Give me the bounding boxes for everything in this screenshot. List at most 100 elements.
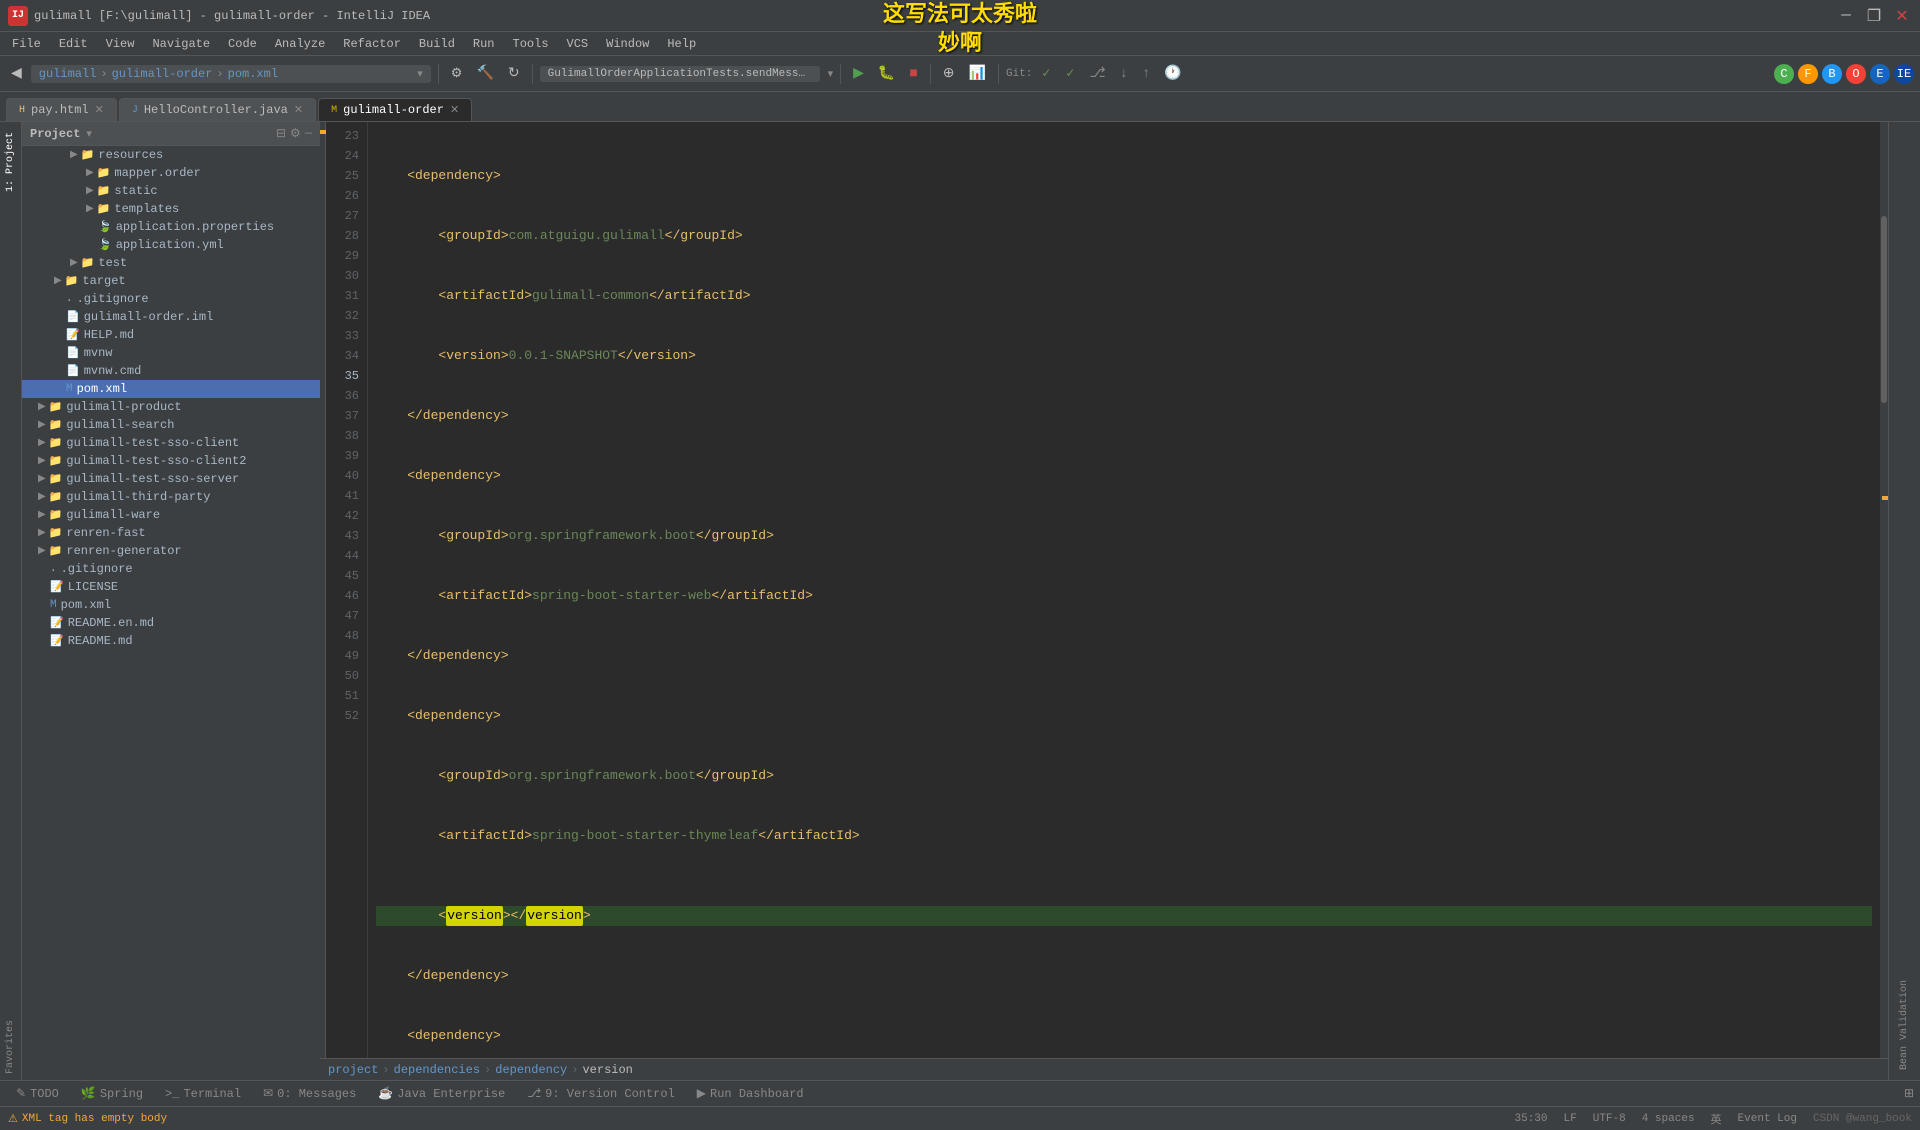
menu-view[interactable]: View xyxy=(98,35,143,53)
tree-item-target[interactable]: ▶ 📁 target xyxy=(22,272,320,290)
menu-file[interactable]: File xyxy=(4,35,49,53)
tab-spring[interactable]: 🌿 Spring xyxy=(71,1084,153,1103)
breadcrumb-pomxml[interactable]: pom.xml xyxy=(228,67,278,81)
tree-item-pom-order[interactable]: M pom.xml xyxy=(22,380,320,398)
tab-todo[interactable]: ✎ TODO xyxy=(6,1084,69,1103)
navigation-breadcrumb[interactable]: gulimall › gulimall-order › pom.xml ▾ xyxy=(31,65,431,83)
menu-code[interactable]: Code xyxy=(220,35,265,53)
menu-window[interactable]: Window xyxy=(598,35,657,53)
editor-scrollbar[interactable] xyxy=(1880,122,1888,1058)
tree-item-test[interactable]: ▶ 📁 test xyxy=(22,254,320,272)
debug-button[interactable]: 🐛 xyxy=(873,63,900,84)
status-indent[interactable]: 4 spaces xyxy=(1642,1113,1695,1125)
settings-button[interactable]: ⚙ xyxy=(446,64,468,83)
path-dependency[interactable]: dependency xyxy=(495,1063,567,1077)
sync-button[interactable]: ↻ xyxy=(503,63,525,84)
git-tick[interactable]: ✓ xyxy=(1060,64,1080,83)
run-config-select[interactable]: GulimallOrderApplicationTests.sendMessag… xyxy=(540,66,820,82)
tree-item-mvnw-cmd[interactable]: 📄 mvnw.cmd xyxy=(22,362,320,380)
breadcrumb-order[interactable]: gulimall-order xyxy=(112,67,213,81)
menu-vcs[interactable]: VCS xyxy=(559,35,597,53)
panel-tab-bean-validation[interactable]: Bean Validation xyxy=(1895,974,1914,1076)
tree-item-product[interactable]: ▶ 📁 gulimall-product xyxy=(22,398,320,416)
menu-analyze[interactable]: Analyze xyxy=(267,35,333,53)
run-button[interactable]: ▶ xyxy=(848,63,869,84)
tree-item-license[interactable]: 📝 LICENSE xyxy=(22,578,320,596)
maximize-button[interactable]: ❐ xyxy=(1864,6,1884,26)
build-button[interactable]: 🔨 xyxy=(471,63,498,84)
status-warning-item[interactable]: ⚠ XML tag has empty body xyxy=(8,1112,167,1126)
git-update[interactable]: ↓ xyxy=(1115,64,1133,84)
menu-build[interactable]: Build xyxy=(411,35,463,53)
firefox-icon[interactable]: F xyxy=(1798,64,1818,84)
git-push[interactable]: ↑ xyxy=(1137,64,1155,84)
collapse-all-icon[interactable]: ⊟ xyxy=(276,126,286,141)
tab-messages[interactable]: ✉ 0: Messages xyxy=(253,1084,366,1103)
panel-tab-project[interactable]: 1: Project xyxy=(1,126,20,198)
tree-item-templates[interactable]: ▶ 📁 templates xyxy=(22,200,320,218)
back-button[interactable]: ◀ xyxy=(6,63,27,84)
breadcrumb-gulimall[interactable]: gulimall xyxy=(39,67,97,81)
tab-terminal[interactable]: >_ Terminal xyxy=(155,1085,251,1103)
tree-item-search[interactable]: ▶ 📁 gulimall-search xyxy=(22,416,320,434)
tree-item-gitignore-order[interactable]: . .gitignore xyxy=(22,290,320,308)
chrome-icon[interactable]: C xyxy=(1774,64,1794,84)
status-event-log[interactable]: Event Log xyxy=(1738,1113,1797,1125)
tree-item-mapper-order[interactable]: ▶ 📁 mapper.order xyxy=(22,164,320,182)
project-dropdown[interactable]: ▾ xyxy=(86,127,92,141)
tree-item-static[interactable]: ▶ 📁 static xyxy=(22,182,320,200)
coverage-button[interactable]: ⊕ xyxy=(938,63,960,84)
tree-item-resources[interactable]: ▶ 📁 resources xyxy=(22,146,320,164)
expand-bottom-icon[interactable]: ⊞ xyxy=(1904,1086,1914,1101)
tree-item-renren-gen[interactable]: ▶ 📁 renren-generator xyxy=(22,542,320,560)
tree-item-ware[interactable]: ▶ 📁 gulimall-ware xyxy=(22,506,320,524)
menu-edit[interactable]: Edit xyxy=(51,35,96,53)
status-linesep[interactable]: LF xyxy=(1564,1113,1577,1125)
git-checkmark[interactable]: ✓ xyxy=(1036,64,1056,83)
tree-item-sso-client[interactable]: ▶ 📁 gulimall-test-sso-client xyxy=(22,434,320,452)
tab-hello-controller[interactable]: J HelloController.java ✕ xyxy=(119,98,316,121)
menu-run[interactable]: Run xyxy=(465,35,503,53)
tab-close-hello[interactable]: ✕ xyxy=(294,103,303,117)
close-button[interactable]: ✕ xyxy=(1892,6,1912,26)
panel-tab-favorites[interactable]: Favorites xyxy=(1,1014,20,1080)
git-history[interactable]: 🕐 xyxy=(1159,63,1186,84)
status-lang[interactable]: 英 xyxy=(1711,1111,1722,1127)
tab-java-enterprise[interactable]: ☕ Java Enterprise xyxy=(368,1084,515,1103)
tree-item-third-party[interactable]: ▶ 📁 gulimall-third-party xyxy=(22,488,320,506)
opera-icon[interactable]: O xyxy=(1846,64,1866,84)
path-project[interactable]: project xyxy=(328,1063,378,1077)
edge-icon[interactable]: E xyxy=(1870,64,1890,84)
browser3-icon[interactable]: B xyxy=(1822,64,1842,84)
ie-icon[interactable]: IE xyxy=(1894,64,1914,84)
tree-item-gitignore-root[interactable]: . .gitignore xyxy=(22,560,320,578)
tree-item-app-yml[interactable]: 🍃 application.yml xyxy=(22,236,320,254)
menu-navigate[interactable]: Navigate xyxy=(144,35,218,53)
status-position[interactable]: 35:30 xyxy=(1515,1113,1548,1125)
tab-run-dashboard[interactable]: ▶ Run Dashboard xyxy=(687,1084,814,1103)
path-dependencies[interactable]: dependencies xyxy=(394,1063,480,1077)
tree-item-readme[interactable]: 📝 README.md xyxy=(22,632,320,650)
dropdown-arrow[interactable]: ▾ xyxy=(417,67,423,81)
tab-version-control[interactable]: ⎇ 9: Version Control xyxy=(517,1084,684,1103)
tree-item-readme-en[interactable]: 📝 README.en.md xyxy=(22,614,320,632)
tree-item-sso-client2[interactable]: ▶ 📁 gulimall-test-sso-client2 xyxy=(22,452,320,470)
git-branch[interactable]: ⎇ xyxy=(1084,63,1110,84)
tree-item-mvnw[interactable]: 📄 mvnw xyxy=(22,344,320,362)
tree-item-help-md[interactable]: 📝 HELP.md xyxy=(22,326,320,344)
settings-icon[interactable]: ⚙ xyxy=(290,126,301,141)
code-editor[interactable]: <dependency> <groupId>com.atguigu.gulima… xyxy=(368,122,1880,1058)
tab-close-order[interactable]: ✕ xyxy=(450,103,459,117)
scrollbar-thumb[interactable] xyxy=(1881,216,1887,403)
tree-item-app-properties[interactable]: 🍃 application.properties xyxy=(22,218,320,236)
tab-gulimall-order[interactable]: M gulimall-order ✕ xyxy=(318,98,472,121)
run-config-dropdown[interactable]: ▾ xyxy=(828,67,834,81)
tree-item-renren-fast[interactable]: ▶ 📁 renren-fast xyxy=(22,524,320,542)
tree-item-sso-server[interactable]: ▶ 📁 gulimall-test-sso-server xyxy=(22,470,320,488)
status-encoding[interactable]: UTF-8 xyxy=(1593,1113,1626,1125)
tab-pay-html[interactable]: H pay.html ✕ xyxy=(6,98,117,121)
menu-help[interactable]: Help xyxy=(659,35,704,53)
minimize-button[interactable]: — xyxy=(1836,6,1856,26)
tab-close-pay[interactable]: ✕ xyxy=(95,103,104,117)
menu-refactor[interactable]: Refactor xyxy=(335,35,409,53)
